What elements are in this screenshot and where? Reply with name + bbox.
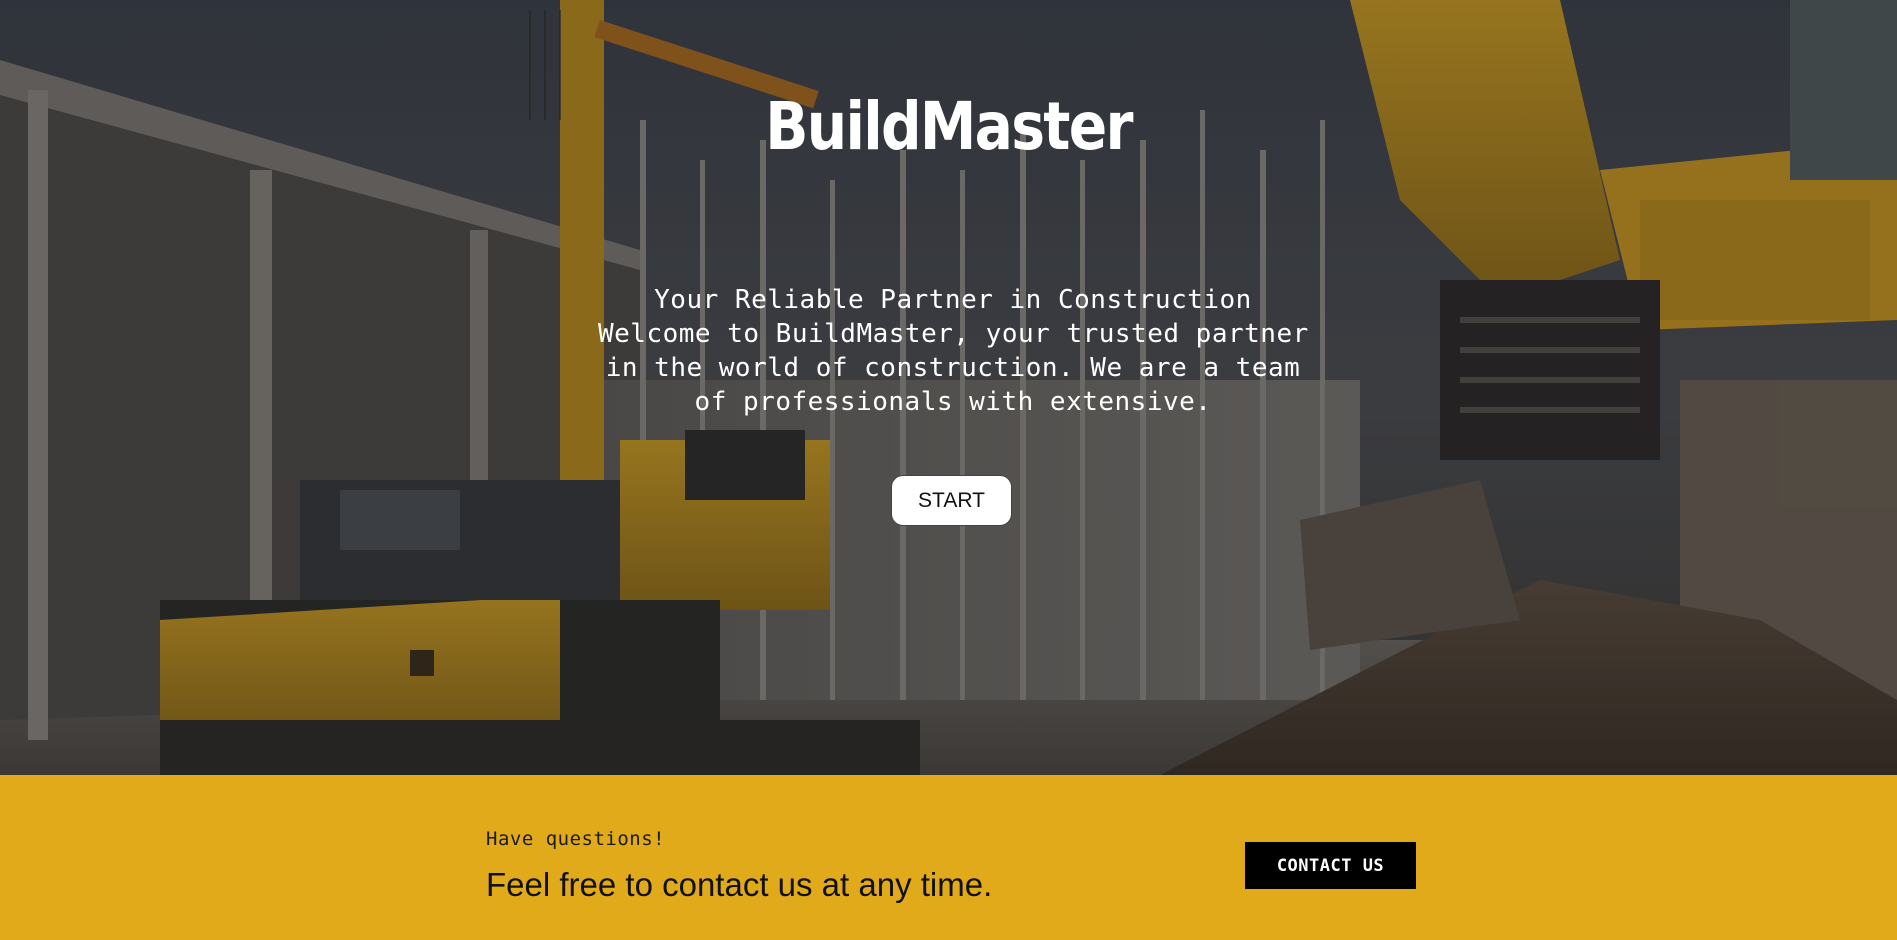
contact-headline: Feel free to contact us at any time. (486, 866, 993, 903)
tagline-line: Welcome to BuildMaster, your trusted par… (598, 319, 1309, 349)
hero-tagline: Your Reliable Partner in Construction We… (598, 283, 1308, 419)
tagline-line: Your Reliable Partner in Construction (654, 285, 1252, 315)
tagline-line: of professionals with extensive. (694, 387, 1212, 417)
hero-section: BuildMaster Your Reliable Partner in Con… (0, 0, 1897, 775)
contact-us-button[interactable]: CONTACT US (1245, 842, 1416, 889)
start-button[interactable]: START (891, 475, 1012, 526)
brand-logo-title: BuildMaster (765, 88, 1133, 165)
tagline-line: in the world of construction. We are a t… (605, 353, 1301, 383)
contact-eyebrow: Have questions! (486, 828, 666, 850)
contact-banner (0, 775, 1897, 940)
